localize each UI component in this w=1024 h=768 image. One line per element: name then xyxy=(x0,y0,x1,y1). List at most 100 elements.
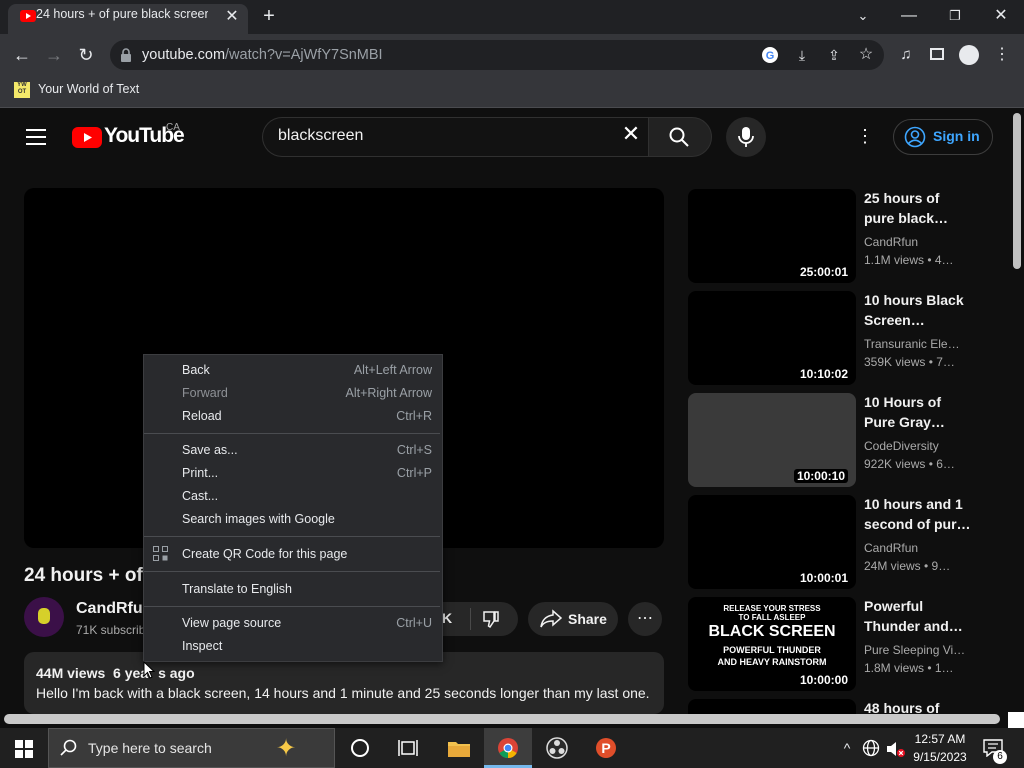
cortana-icon[interactable] xyxy=(351,739,369,757)
url-text[interactable]: youtube.com/watch?v=AjWfY7SnMBI xyxy=(142,47,383,63)
task-view-icon[interactable] xyxy=(398,739,418,757)
clock-time[interactable]: 12:57 AM xyxy=(910,732,970,746)
rec-title[interactable]: 48 hours of xyxy=(864,698,974,714)
svg-text:G: G xyxy=(766,50,775,62)
new-tab-icon[interactable]: + xyxy=(258,6,280,26)
restore-icon[interactable]: ❐ xyxy=(944,6,966,26)
forward-arrow-icon[interactable]: → xyxy=(42,45,66,65)
rec-thumbnail[interactable]: 10:10:02 xyxy=(688,291,856,385)
youtube-logo-icon[interactable] xyxy=(72,127,102,148)
menu-item-translate[interactable]: Translate to English xyxy=(182,582,292,596)
clock-date[interactable]: 9/15/2023 xyxy=(910,750,970,764)
install-app-icon[interactable]: ⤓ xyxy=(792,45,812,65)
shortcut-forward: Alt+Right Arrow xyxy=(345,386,433,400)
volume-muted-icon[interactable] xyxy=(886,740,906,758)
lock-icon[interactable] xyxy=(120,48,132,62)
menu-item-reload[interactable]: Reload xyxy=(182,409,222,423)
google-lens-icon[interactable]: G xyxy=(761,46,779,64)
rec-channel[interactable]: Transuranic Ele… xyxy=(864,337,960,351)
menu-item-view-source[interactable]: View page source xyxy=(182,616,281,630)
rec-thumbnail[interactable]: 10:00:10 xyxy=(688,393,856,487)
more-actions-icon[interactable]: ⋯ xyxy=(628,602,662,636)
mouse-cursor-icon xyxy=(143,661,155,679)
minimize-icon[interactable]: — xyxy=(898,6,920,26)
menu-separator xyxy=(144,536,440,537)
dislike-thumb-icon[interactable] xyxy=(481,609,501,629)
ywot-favicon-icon: YW OT xyxy=(14,82,30,98)
vertical-scrollbar[interactable] xyxy=(1013,113,1021,269)
profile-avatar-icon[interactable] xyxy=(959,45,979,65)
menu-separator xyxy=(144,433,440,434)
file-explorer-icon[interactable] xyxy=(447,738,471,758)
media-controls-icon[interactable]: ♫ xyxy=(896,45,916,65)
like-count[interactable]: K xyxy=(442,610,452,626)
chrome-menu-icon[interactable]: ⋮ xyxy=(992,45,1012,65)
notification-count-badge: 6 xyxy=(993,750,1007,764)
thumb-text-top: RELEASE YOUR STRESS TO FALL ASLEEP xyxy=(723,604,821,622)
rec-thumbnail[interactable]: 10:00:01 xyxy=(688,495,856,589)
rec-channel[interactable]: CandRfun xyxy=(864,235,918,249)
hamburger-menu-icon[interactable] xyxy=(26,129,46,145)
shortcut-save-as: Ctrl+S xyxy=(396,443,432,457)
rec-meta: 359K views • 7… xyxy=(864,355,955,369)
youtube-favicon-icon xyxy=(20,10,36,22)
rec-thumbnail[interactable] xyxy=(688,699,856,714)
menu-separator xyxy=(144,606,440,607)
horizontal-scrollbar[interactable] xyxy=(4,714,1000,724)
back-arrow-icon[interactable]: ← xyxy=(10,45,34,65)
settings-kebab-icon[interactable]: ⋮ xyxy=(855,126,875,146)
channel-avatar[interactable] xyxy=(24,597,64,637)
rec-thumbnail[interactable]: RELEASE YOUR STRESS TO FALL ASLEEP BLACK … xyxy=(688,597,856,691)
url-path: /watch?v=AjWfY7SnMBI xyxy=(225,47,383,63)
clear-search-icon[interactable]: ✕ xyxy=(618,123,644,145)
network-globe-icon[interactable] xyxy=(862,739,880,757)
upload-age-tail: s ago xyxy=(158,665,195,681)
menu-item-forward[interactable]: Forward xyxy=(182,386,228,400)
menu-item-qr-code[interactable]: Create QR Code for this page xyxy=(182,547,347,561)
menu-item-save-as[interactable]: Save as... xyxy=(182,443,238,457)
chrome-icon xyxy=(498,738,518,759)
search-query: blackscreen xyxy=(278,127,364,144)
rec-meta: 1.8M views • 1… xyxy=(864,661,954,675)
rec-channel[interactable]: Pure Sleeping Vi… xyxy=(864,643,965,657)
bookmarks-bar xyxy=(0,76,1024,108)
obs-studio-icon[interactable] xyxy=(546,737,568,759)
rec-channel[interactable]: CodeDiversity xyxy=(864,439,939,453)
close-tab-icon[interactable]: ✕ xyxy=(222,7,242,27)
shortcut-view-source: Ctrl+U xyxy=(396,616,432,630)
rec-title[interactable]: 25 hours of pure black… xyxy=(864,188,974,228)
rec-title[interactable]: Powerful Thunder and… xyxy=(864,596,974,636)
rec-title[interactable]: 10 hours and 1 second of pur… xyxy=(864,494,974,534)
menu-item-cast[interactable]: Cast... xyxy=(182,489,218,503)
search-icon xyxy=(669,127,689,147)
url-domain: youtube.com xyxy=(142,47,226,63)
search-highlight-sparkle-icon[interactable]: ✦ xyxy=(276,734,296,763)
menu-separator xyxy=(144,571,440,572)
close-window-icon[interactable]: ✕ xyxy=(990,6,1012,26)
channel-name[interactable]: CandRfun xyxy=(76,600,152,618)
windows-start-icon[interactable] xyxy=(15,740,33,758)
menu-item-inspect[interactable]: Inspect xyxy=(182,639,222,653)
microphone-icon xyxy=(738,127,754,147)
show-hidden-icons-chevron-icon[interactable]: ^ xyxy=(838,738,856,758)
rec-duration: 10:00:00 xyxy=(799,673,848,687)
bookmark-star-icon[interactable]: ☆ xyxy=(856,45,876,65)
side-panel-icon[interactable] xyxy=(930,48,944,60)
rec-title[interactable]: 10 hours Black Screen… xyxy=(864,290,974,330)
psiphon-icon[interactable]: P xyxy=(595,737,617,759)
share-page-icon[interactable]: ⇪ xyxy=(824,45,844,65)
view-count: 44M views xyxy=(36,665,106,681)
rec-thumbnail[interactable]: 25:00:01 xyxy=(688,189,856,283)
rec-title[interactable]: 10 Hours of Pure Gray… xyxy=(864,392,974,432)
menu-item-print[interactable]: Print... xyxy=(182,466,218,480)
rec-channel[interactable]: CandRfun xyxy=(864,541,918,555)
svg-text:P: P xyxy=(601,740,610,756)
bookmark-your-world-of-text[interactable]: Your World of Text xyxy=(38,82,139,96)
region-code: CA xyxy=(166,122,180,133)
reload-icon[interactable]: ↻ xyxy=(74,45,98,65)
tab-title: 24 hours + of pure black screen in HD xyxy=(36,7,208,21)
menu-item-search-images[interactable]: Search images with Google xyxy=(182,512,335,526)
rec-meta: 922K views • 6… xyxy=(864,457,955,471)
menu-item-back[interactable]: Back xyxy=(182,363,210,377)
tab-search-chevron-icon[interactable]: ⌄ xyxy=(852,6,874,26)
